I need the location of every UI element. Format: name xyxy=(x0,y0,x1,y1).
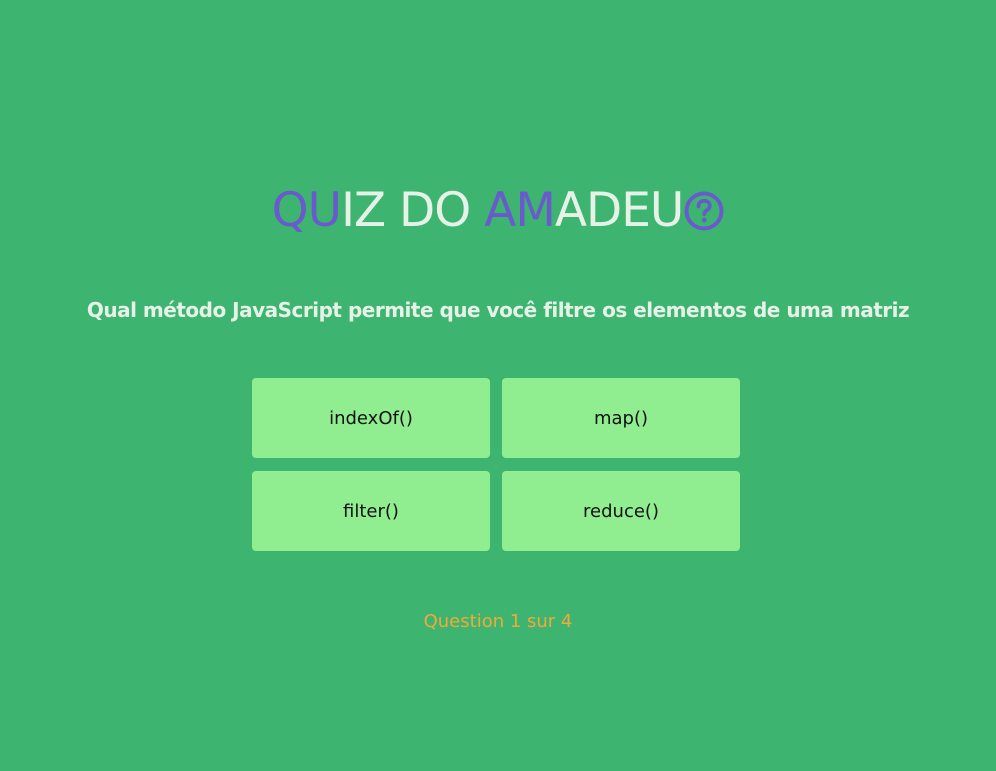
question-text: Qual método JavaScript permite que você … xyxy=(86,298,910,322)
title-segment: IZ DO xyxy=(341,183,485,238)
answer-button[interactable]: filter() xyxy=(252,471,490,551)
title-segment: AM xyxy=(484,183,556,238)
question-circle-icon xyxy=(684,188,724,231)
title-segment: QU xyxy=(271,183,342,238)
answer-button[interactable]: map() xyxy=(502,378,740,458)
title-segment: ADEU xyxy=(554,183,684,238)
question-counter: Question 1 sur 4 xyxy=(423,611,573,632)
answer-button[interactable]: reduce() xyxy=(502,471,740,551)
answer-options: indexOf() map() filter() reduce() xyxy=(252,378,740,551)
quiz-title: QUIZ DO AMADEU xyxy=(0,183,996,239)
answer-button[interactable]: indexOf() xyxy=(252,378,490,458)
